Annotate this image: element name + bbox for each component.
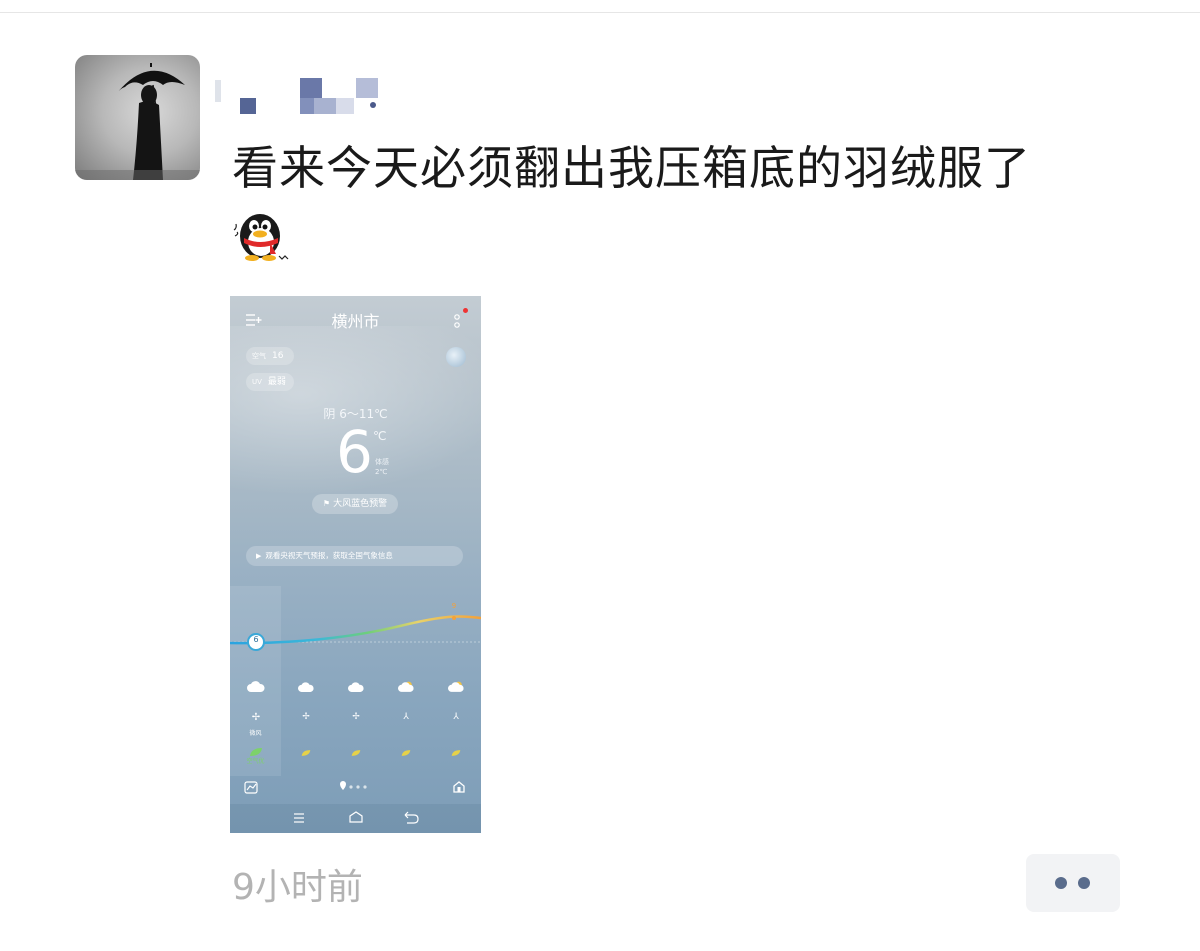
back-icon: [404, 811, 419, 824]
leaf-icon: [281, 742, 331, 761]
uv-value: 最弱: [267, 377, 286, 387]
nickname-mosaic[interactable]: [215, 74, 385, 120]
wind-icon: ⅄: [453, 712, 459, 722]
globe-icon: [446, 347, 466, 367]
more-options-icon: [454, 314, 460, 328]
air-quality-label: 空气优: [246, 758, 265, 765]
app-bottom-bar: [244, 781, 465, 794]
alert-text: 大风蓝色预警: [333, 499, 388, 509]
wind-icon: ✢: [302, 712, 310, 722]
flag-icon: ⚑: [322, 499, 331, 508]
play-icon: ▶: [256, 552, 262, 560]
curve-end-temp: 9: [451, 602, 457, 610]
post-text: 看来今天必须翻出我压箱底的羽绒服了: [232, 141, 1031, 195]
weather-screenshot[interactable]: 横州市 空气 16 UV 最弱 阴 6～11℃ 6 ℃ 体感 2℃ ⚑ 大风蓝色预警 ▶…: [230, 296, 481, 833]
more-dot-icon: [1078, 877, 1090, 889]
partly-cloudy-icon: [431, 678, 481, 697]
aqi-label: 空气: [252, 352, 266, 360]
nav-home-icon: [349, 811, 363, 823]
temperature-unit: ℃: [373, 429, 387, 443]
wind-icon: ✢: [352, 712, 360, 722]
forecast-banner: ▶ 观看央视天气预报，获取全国气象信息: [246, 546, 463, 566]
aqi-value: 16: [272, 351, 284, 361]
trend-chart-icon: [244, 781, 258, 794]
comment-more-button[interactable]: [1026, 854, 1120, 912]
banner-text: 观看央视天气预报，获取全国气象信息: [265, 551, 393, 560]
wind-label: 微风: [249, 730, 262, 737]
leaf-icon: [431, 742, 481, 761]
notification-dot: [463, 308, 468, 313]
top-divider: [0, 12, 1200, 13]
temperature-curve: [230, 615, 481, 651]
cloudy-icon: [231, 678, 281, 697]
avatar[interactable]: [75, 55, 200, 180]
feels-like: 体感 2℃: [375, 457, 397, 477]
post-time: 9小时前: [232, 867, 363, 908]
current-temperature: 6: [336, 418, 373, 486]
aqi-pill: 空气 16: [246, 347, 294, 365]
feels-label: 体感: [375, 458, 389, 466]
leaf-icon: [331, 742, 381, 761]
wind-icon: ✢: [251, 712, 261, 723]
cloudy-icon: [281, 678, 331, 697]
partly-cloudy-icon: [381, 678, 431, 697]
cloudy-icon: [331, 678, 381, 697]
uv-label: UV: [252, 378, 262, 386]
more-dot-icon: [1055, 877, 1067, 889]
page-indicator: [340, 781, 367, 790]
wind-icon: ⅄: [403, 712, 409, 722]
curve-start-temp: 6: [253, 635, 259, 644]
leaf-icon: [381, 742, 431, 761]
uv-pill: UV 最弱: [246, 373, 294, 391]
weather-alert: ⚑ 大风蓝色预警: [312, 494, 398, 514]
city-name: 横州市: [331, 312, 380, 331]
recents-icon: [294, 813, 304, 823]
feels-value: 2℃: [375, 468, 388, 476]
qq-penguin-emoji: [232, 206, 292, 266]
home-icon: [453, 781, 465, 793]
system-navigation-bar: [230, 804, 481, 833]
